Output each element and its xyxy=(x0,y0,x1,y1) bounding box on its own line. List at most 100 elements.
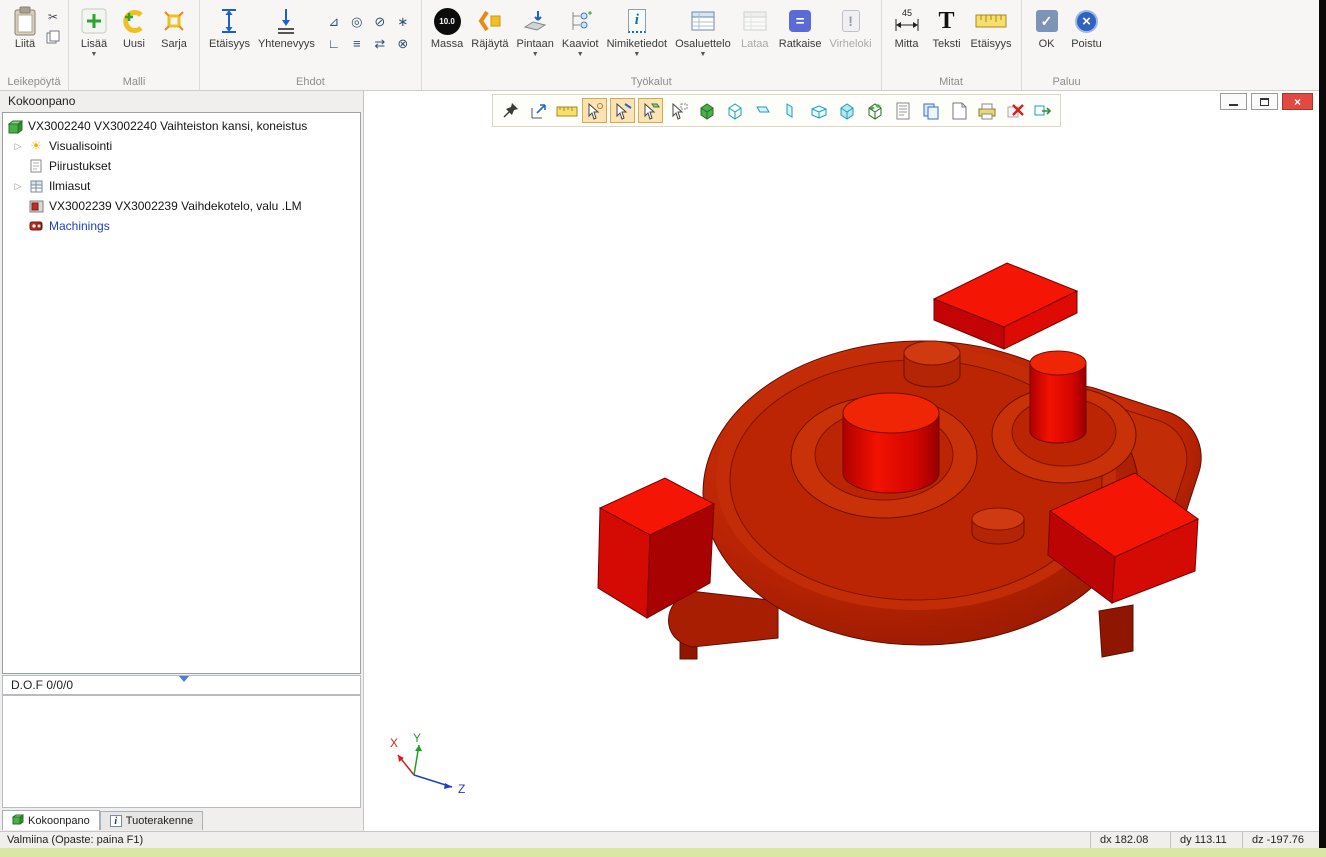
ribbon-group-clipboard: Liitä ✂ Leikepöytä xyxy=(0,0,69,90)
mass-button[interactable]: 10.0 Massa xyxy=(427,3,467,52)
new-button[interactable]: Uusi xyxy=(114,3,154,52)
angle-constraint-icon[interactable]: ⊿ xyxy=(323,11,345,32)
clipboard-icon xyxy=(13,4,37,38)
ribbon-group-constraints: Etäisyys Yhtenevyys ⊿ ◎ ⊘ ∗ ∟ ≡ ⇄ ⊗ Ehdo… xyxy=(200,0,422,90)
tab-assembly[interactable]: Kokoonpano xyxy=(2,810,100,830)
diagrams-button[interactable]: Kaaviot ▼ xyxy=(558,3,603,60)
text-label: Teksti xyxy=(932,38,960,51)
pick-area-icon[interactable] xyxy=(666,98,691,123)
tree-item-machinings[interactable]: Machinings xyxy=(3,216,360,236)
coincidence-label: Yhtenevyys xyxy=(258,38,315,51)
tab-product-structure[interactable]: i Tuoterakenne xyxy=(100,811,203,830)
sheet-icon[interactable] xyxy=(946,98,971,123)
solve-button[interactable]: = Ratkaise xyxy=(775,3,826,52)
box-outline-icon[interactable] xyxy=(806,98,831,123)
solve-icon: = xyxy=(789,4,811,38)
pick-edge-icon[interactable] xyxy=(610,98,635,123)
ribbon-toolbar: Liitä ✂ Leikepöytä Lisää ▼ xyxy=(0,0,1319,91)
assembly-tree: VX3002240 VX3002240 Vaihteiston kansi, k… xyxy=(2,112,361,674)
parallel-constraint-icon[interactable]: ≡ xyxy=(346,33,368,54)
structure-tab-info-icon: i xyxy=(110,815,122,827)
model-center-cylinder-top xyxy=(843,393,939,433)
assembly-cube-icon xyxy=(7,119,23,134)
mass-icon: 10.0 xyxy=(434,4,461,38)
add-dropdown-arrow[interactable]: ▼ xyxy=(91,51,98,59)
symmetry-constraint-icon[interactable]: ∗ xyxy=(392,11,414,32)
equal-constraint-icon[interactable]: ⇄ xyxy=(369,33,391,54)
exit-button[interactable]: × Poistu xyxy=(1067,3,1107,52)
panel-empty-area xyxy=(2,695,361,808)
constraint-icon-grid: ⊿ ◎ ⊘ ∗ ∟ ≡ ⇄ ⊗ xyxy=(323,11,414,54)
to-surface-button[interactable]: Pintaan ▼ xyxy=(513,3,558,60)
pin-icon[interactable] xyxy=(498,98,523,123)
load-button: Lataa xyxy=(735,3,775,52)
svg-text:45: 45 xyxy=(902,8,912,18)
tree-item-root[interactable]: VX3002240 VX3002240 Vaihteiston kansi, k… xyxy=(3,116,360,136)
parts-list-dropdown-arrow[interactable]: ▼ xyxy=(699,51,706,59)
export-view-icon[interactable] xyxy=(1030,98,1055,123)
tree-item-label: VX3002240 VX3002240 Vaihteiston kansi, k… xyxy=(28,119,307,133)
distance-measure-label: Etäisyys xyxy=(971,38,1012,51)
copy-icon[interactable] xyxy=(45,29,61,44)
tree-item-representations[interactable]: ▷ Ilmiasut xyxy=(3,176,360,196)
delete-marks-icon[interactable] xyxy=(1002,98,1027,123)
measure-button[interactable]: 45 Mitta xyxy=(887,3,927,52)
assembly-panel: Kokoonpano VX3002240 VX3002240 Vaihteist… xyxy=(0,91,363,831)
load-icon xyxy=(742,4,768,38)
tree-item-part[interactable]: VX3002239 VX3002239 Vaihdekotelo, valu .… xyxy=(3,196,360,216)
wire-cube-icon[interactable] xyxy=(722,98,747,123)
3d-model[interactable] xyxy=(364,91,1320,831)
clipboard-small-buttons: ✂ xyxy=(45,3,63,44)
series-button[interactable]: Sarja xyxy=(154,3,194,52)
concentric-constraint-icon[interactable]: ◎ xyxy=(346,11,368,32)
ok-button[interactable]: ✓ OK xyxy=(1027,3,1067,52)
to-surface-icon xyxy=(522,4,548,38)
plane-front-icon[interactable] xyxy=(750,98,775,123)
textured-cube-icon[interactable] xyxy=(862,98,887,123)
minimize-button[interactable] xyxy=(1220,93,1247,110)
explode-label: Räjäytä xyxy=(471,38,508,51)
paste-button[interactable]: Liitä xyxy=(5,3,45,52)
parts-list-button[interactable]: Osaluettelo ▼ xyxy=(671,3,735,60)
add-button[interactable]: Lisää ▼ xyxy=(74,3,114,60)
to-surface-dropdown-arrow[interactable]: ▼ xyxy=(532,51,539,59)
3d-viewport[interactable]: X Y Z xyxy=(363,91,1319,831)
copy-view-icon[interactable] xyxy=(918,98,943,123)
item-data-dropdown-arrow[interactable]: ▼ xyxy=(633,51,640,59)
perpendicular-constraint-icon[interactable]: ∟ xyxy=(323,33,345,54)
viewport-window-buttons: × xyxy=(1220,93,1313,110)
plane-side-icon[interactable] xyxy=(778,98,803,123)
solid-cube-icon[interactable] xyxy=(694,98,719,123)
print-icon[interactable] xyxy=(974,98,999,123)
text-button[interactable]: T Teksti xyxy=(927,3,967,52)
explode-button[interactable]: Räjäytä xyxy=(467,3,512,52)
ruler-icon[interactable] xyxy=(554,98,579,123)
tree-item-visualization[interactable]: ▷ ☀ Visualisointi xyxy=(3,136,360,156)
expander-icon[interactable]: ▷ xyxy=(13,181,23,192)
shaded-cube-icon[interactable] xyxy=(834,98,859,123)
pick-face-icon[interactable] xyxy=(638,98,663,123)
fix-constraint-icon[interactable]: ⊗ xyxy=(392,33,414,54)
constraints-group-label: Ehdot xyxy=(200,76,421,88)
parts-list-icon[interactable] xyxy=(890,98,915,123)
tree-item-drawings[interactable]: Piirustukset xyxy=(3,156,360,176)
coincidence-button[interactable]: Yhtenevyys xyxy=(254,3,319,52)
model-foot-tab xyxy=(669,591,779,647)
tree-item-label: Piirustukset xyxy=(49,159,111,173)
tools-group-label: Työkalut xyxy=(422,76,881,88)
cut-icon[interactable]: ✂ xyxy=(45,9,61,24)
distance-measure-button[interactable]: Etäisyys xyxy=(967,3,1016,52)
distance-constraint-button[interactable]: Etäisyys xyxy=(205,3,254,52)
item-data-button[interactable]: i Nimiketiedot ▼ xyxy=(603,3,672,60)
maximize-button[interactable] xyxy=(1251,93,1278,110)
diagrams-dropdown-arrow[interactable]: ▼ xyxy=(577,51,584,59)
pick-point-icon[interactable] xyxy=(582,98,607,123)
dof-text: D.O.F 0/0/0 xyxy=(11,678,73,692)
close-button[interactable]: × xyxy=(1282,93,1313,110)
drag-measure-icon[interactable] xyxy=(526,98,551,123)
solve-label: Ratkaise xyxy=(779,38,822,51)
expander-icon[interactable]: ▷ xyxy=(13,141,23,152)
tree-item-label: Visualisointi xyxy=(49,139,112,153)
tangent-constraint-icon[interactable]: ⊘ xyxy=(369,11,391,32)
splitter-collapse-icon[interactable] xyxy=(179,676,189,682)
